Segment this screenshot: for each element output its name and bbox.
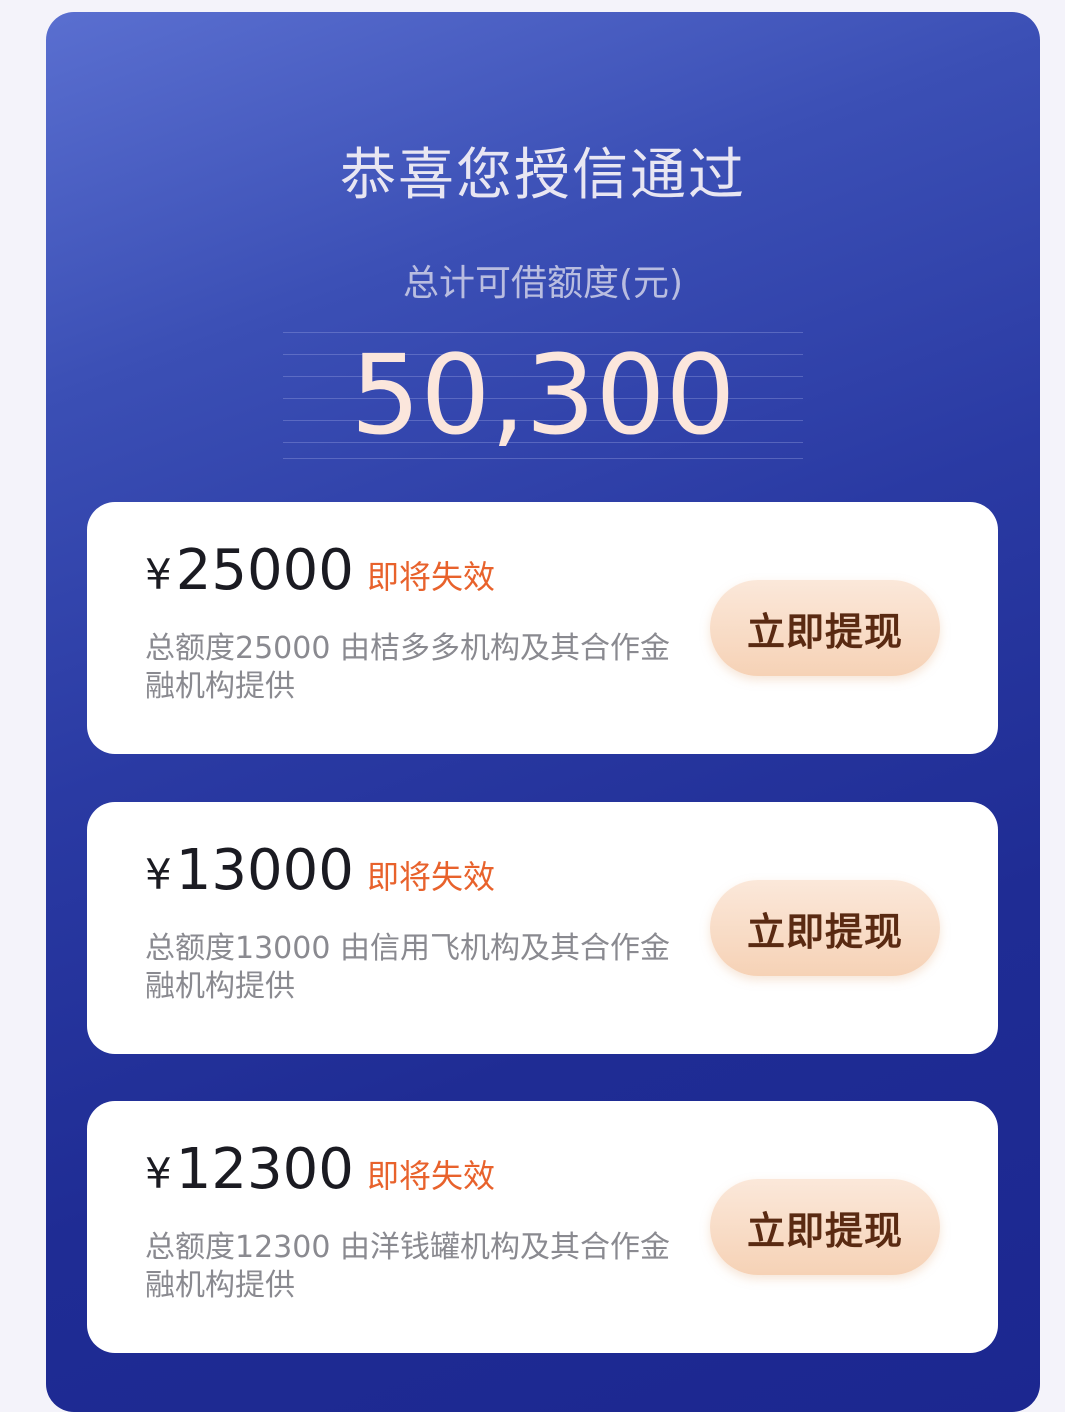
offer-description: 总额度25000 由桔多多机构及其合作金融机构提供 — [145, 631, 670, 704]
offer-amount-value: 13000 — [175, 838, 354, 903]
total-credit-amount: 50,300 — [350, 331, 736, 459]
total-credit-amount-block: 50,300 — [283, 330, 803, 460]
withdraw-now-button[interactable]: 立即提现 — [710, 580, 940, 676]
page-title: 恭喜您授信通过 — [340, 143, 746, 208]
currency-symbol: ¥ — [145, 850, 172, 899]
offer-amount-value: 12300 — [175, 1137, 354, 1202]
offer-amount: ¥12300 — [145, 1137, 354, 1202]
expiring-tag: 即将失效 — [367, 858, 496, 896]
offer-card: ¥25000 即将失效 总额度25000 由桔多多机构及其合作金融机构提供 立即… — [87, 502, 998, 754]
offer-card: ¥13000 即将失效 总额度13000 由信用飞机构及其合作金融机构提供 立即… — [87, 802, 998, 1054]
withdraw-now-button[interactable]: 立即提现 — [710, 1179, 940, 1275]
offer-amount-value: 25000 — [175, 538, 354, 603]
offer-amount: ¥13000 — [145, 838, 354, 903]
offer-card: ¥12300 即将失效 总额度12300 由洋钱罐机构及其合作金融机构提供 立即… — [87, 1101, 998, 1353]
offer-description: 总额度12300 由洋钱罐机构及其合作金融机构提供 — [145, 1230, 670, 1303]
withdraw-now-button[interactable]: 立即提现 — [710, 880, 940, 976]
total-credit-label: 总计可借额度(元) — [402, 263, 684, 304]
expiring-tag: 即将失效 — [367, 1157, 496, 1195]
currency-symbol: ¥ — [145, 1149, 172, 1198]
expiring-tag: 即将失效 — [367, 558, 496, 596]
offer-description: 总额度13000 由信用飞机构及其合作金融机构提供 — [145, 931, 670, 1004]
offer-amount: ¥25000 — [145, 538, 354, 603]
currency-symbol: ¥ — [145, 550, 172, 599]
